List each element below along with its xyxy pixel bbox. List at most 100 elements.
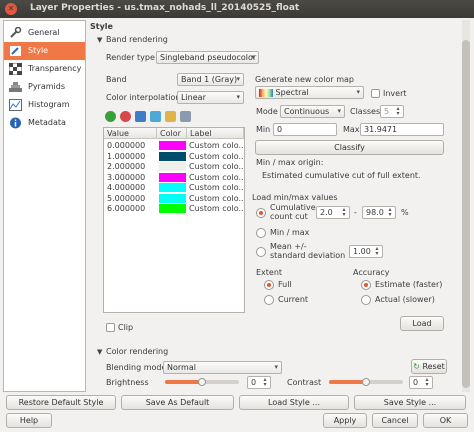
extent-label: Extent <box>256 268 283 277</box>
min-field[interactable]: 0 <box>273 123 337 136</box>
label-cell[interactable]: Custom colo... <box>189 140 243 151</box>
extent-full-label: Full <box>278 280 292 289</box>
percent-label: % <box>401 208 409 217</box>
add-entry-icon[interactable] <box>105 111 116 122</box>
reset-button[interactable]: ↻ Reset <box>411 359 447 374</box>
cumulative-radio[interactable] <box>256 208 266 218</box>
ok-button[interactable]: OK <box>423 413 468 428</box>
table-row[interactable]: 6.000000 Custom colo... <box>104 203 244 214</box>
cumulative-min-spinbox[interactable]: 2.0 ▴ ▾ <box>316 206 350 219</box>
color-rendering-heading: Color rendering <box>106 347 169 356</box>
value-cell[interactable]: 4.000000 <box>107 182 155 193</box>
load-minmax-label: Load min/max values <box>252 193 338 202</box>
color-swatch[interactable] <box>159 204 186 213</box>
sort-icon[interactable] <box>135 111 146 122</box>
accuracy-estimate-radio[interactable] <box>361 280 371 290</box>
value-cell[interactable]: 2.000000 <box>107 161 155 172</box>
max-field[interactable]: 31.9471 <box>360 123 444 136</box>
load-style-button[interactable]: Load Style ... <box>239 395 349 410</box>
column-header[interactable]: Value <box>104 128 157 139</box>
brightness-spinbox[interactable]: 0 ▴ ▾ <box>247 376 271 389</box>
table-row[interactable]: 5.000000 Custom colo... <box>104 193 244 204</box>
blending-select[interactable]: Normal ▾ <box>163 361 282 374</box>
sidebar-item-general[interactable]: General <box>4 24 85 42</box>
render-type-select[interactable]: Singleband pseudocolor ▾ <box>156 51 259 64</box>
table-row[interactable]: 0.000000 Custom colo... <box>104 140 244 151</box>
label-cell[interactable]: Custom colo... <box>189 172 243 183</box>
close-icon[interactable]: ✕ <box>5 3 17 15</box>
save-style-button[interactable]: Save Style ... <box>354 395 466 410</box>
value-cell[interactable]: 3.000000 <box>107 172 155 183</box>
accuracy-actual-label: Actual (slower) <box>375 295 435 304</box>
save-file-icon[interactable] <box>180 111 191 122</box>
chevron-down-icon: ▾ <box>236 93 240 101</box>
window-title: Layer Properties - us.tmax_nohads_ll_201… <box>30 3 300 13</box>
table-row[interactable]: 2.000000 Custom colo... <box>104 161 244 172</box>
contrast-slider-handle[interactable] <box>362 378 370 386</box>
classify-button[interactable]: Classify <box>255 140 444 155</box>
save-as-default-button[interactable]: Save As Default <box>121 395 234 410</box>
meanstd-spinbox[interactable]: 1.00 ▴ ▾ <box>349 245 383 258</box>
color-swatch[interactable] <box>159 141 186 150</box>
brightness-slider-handle[interactable] <box>198 378 206 386</box>
scrollbar-thumb[interactable] <box>462 40 470 388</box>
table-row[interactable]: 4.000000 Custom colo... <box>104 182 244 193</box>
column-header[interactable]: Color <box>157 128 187 139</box>
table-row[interactable]: 3.000000 Custom colo... <box>104 172 244 183</box>
sidebar-item-label: General <box>28 28 60 37</box>
collapse-triangle-icon[interactable]: ▼ <box>97 348 102 356</box>
classes-label: Classes <box>350 107 381 116</box>
load-colors-icon[interactable] <box>150 111 161 122</box>
restore-default-style-button[interactable]: Restore Default Style <box>6 395 116 410</box>
cumulative-max-spinbox[interactable]: 98.0 ▴ ▾ <box>362 206 396 219</box>
minmax-radio[interactable] <box>256 228 266 238</box>
value-cell[interactable]: 1.000000 <box>107 151 155 162</box>
sidebar-item-pyramids[interactable]: Pyramids <box>4 78 85 96</box>
mode-select[interactable]: Continuous ▾ <box>280 105 345 118</box>
sidebar-item-histogram[interactable]: Histogram <box>4 96 85 114</box>
style-heading: Style <box>90 22 113 31</box>
open-file-icon[interactable] <box>165 111 176 122</box>
label-cell[interactable]: Custom colo... <box>189 193 243 204</box>
column-header[interactable]: Label <box>187 128 244 139</box>
colormap-select[interactable]: Spectral ▾ <box>255 86 364 99</box>
remove-entry-icon[interactable] <box>120 111 131 122</box>
extent-current-radio[interactable] <box>264 295 274 305</box>
extent-full-radio[interactable] <box>264 280 274 290</box>
label-cell[interactable]: Custom colo... <box>189 151 243 162</box>
cancel-button[interactable]: Cancel <box>372 413 418 428</box>
contrast-spinbox[interactable]: 0 ▴ ▾ <box>409 376 433 389</box>
value-cell[interactable]: 5.000000 <box>107 193 155 204</box>
meanstd-radio[interactable] <box>256 247 266 257</box>
value-cell[interactable]: 6.000000 <box>107 203 155 214</box>
table-row[interactable]: 1.000000 Custom colo... <box>104 151 244 162</box>
load-button[interactable]: Load <box>400 316 444 331</box>
color-swatch[interactable] <box>159 193 186 203</box>
accuracy-actual-radio[interactable] <box>361 295 371 305</box>
blending-label: Blending mode <box>106 363 167 372</box>
invert-checkbox[interactable] <box>371 89 380 98</box>
clip-checkbox[interactable] <box>106 323 115 332</box>
sidebar-item-metadata[interactable]: Metadata <box>4 114 85 132</box>
color-swatch[interactable] <box>159 183 186 192</box>
label-cell[interactable]: Custom colo... <box>189 161 243 172</box>
label-cell[interactable]: Custom colo... <box>189 182 243 193</box>
apply-button[interactable]: Apply <box>323 413 367 428</box>
color-swatch[interactable] <box>159 162 186 171</box>
help-button[interactable]: Help <box>6 413 52 428</box>
chevron-down-icon: ▾ <box>356 88 360 96</box>
color-swatch[interactable] <box>159 151 186 161</box>
value-cell[interactable]: 0.000000 <box>107 140 155 151</box>
sidebar-item-label: Histogram <box>28 100 70 109</box>
origin-text: Estimated cumulative cut of full extent. <box>262 171 421 180</box>
mode-label: Mode <box>256 107 278 116</box>
sidebar-item-style[interactable]: Style <box>4 42 85 60</box>
interp-select[interactable]: Linear ▾ <box>177 91 244 104</box>
classes-spinbox[interactable]: 5 ▴ ▾ <box>380 105 404 118</box>
band-select[interactable]: Band 1 (Gray) ▾ <box>177 73 244 86</box>
collapse-triangle-icon[interactable]: ▼ <box>97 36 102 44</box>
label-cell[interactable]: Custom colo... <box>189 203 243 214</box>
color-swatch[interactable] <box>159 172 186 182</box>
sidebar-item-transparency[interactable]: Transparency <box>4 60 85 78</box>
meanstd-label: Mean +/- <box>270 242 307 251</box>
